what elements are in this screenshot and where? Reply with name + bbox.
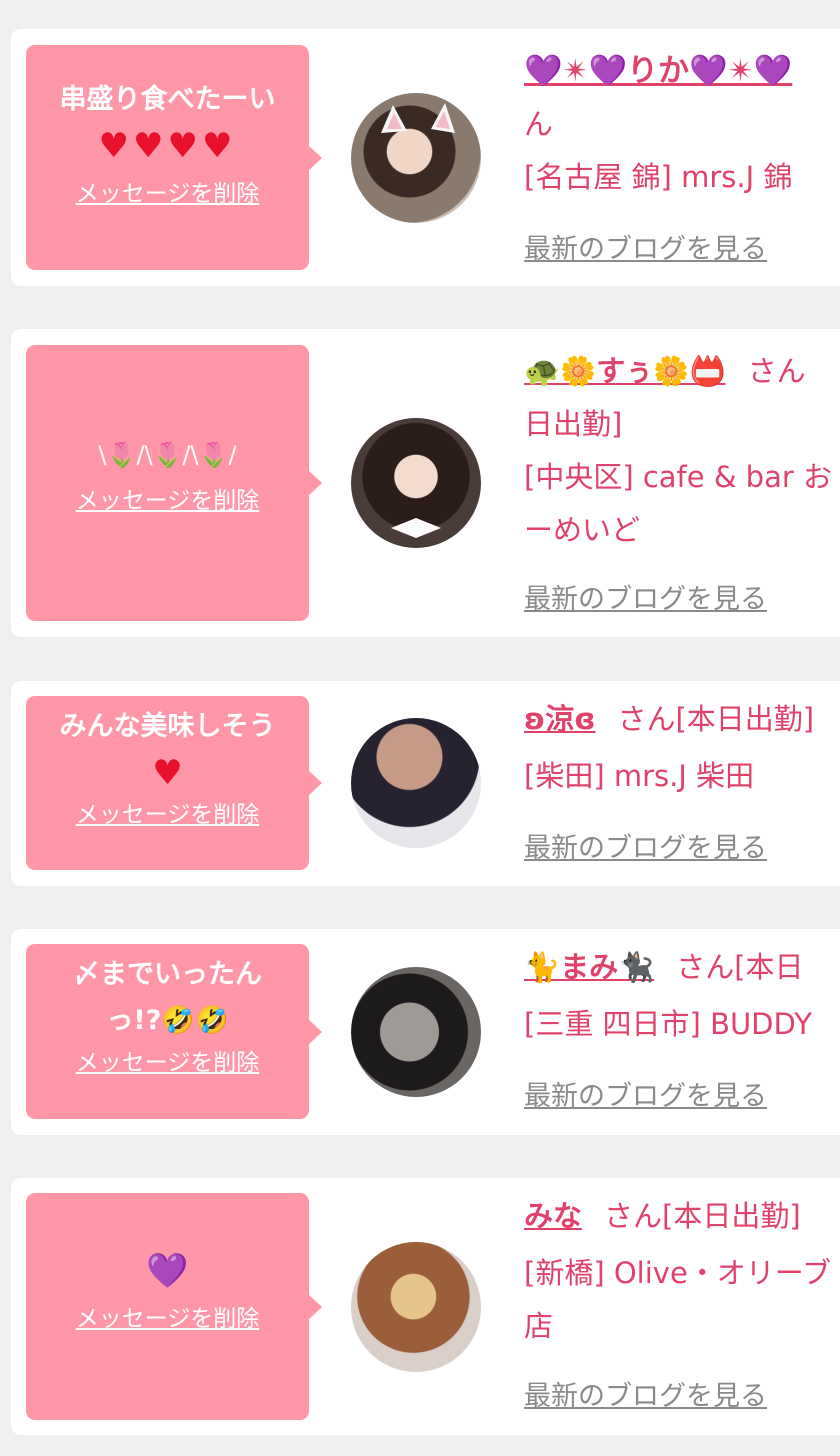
shop-name: [三重 四日市] BUDDY	[524, 1007, 812, 1041]
cast-status: さん[本日出勤]	[617, 702, 815, 736]
message-card: みんな美味しそう ♥ メッセージを削除 ʚ涼ɞ さん[本日出勤] [柴田] mrs…	[11, 681, 840, 886]
cast-info: 🐈まみ🐈‍⬛ さん[本日 [三重 四日市] BUDDY	[524, 941, 840, 1051]
avatar[interactable]	[351, 418, 481, 548]
avatar[interactable]	[351, 967, 481, 1097]
message-bubble: 串盛り食べたーい ♥♥♥♥ メッセージを削除	[26, 45, 322, 270]
message-card: 💜 メッセージを削除 みな さん[本日出勤] [新橋] Olive・オリーブ 店 …	[11, 1178, 840, 1435]
shop-name-cont: ーめいど	[524, 513, 641, 547]
cast-name-link[interactable]: 🐈まみ🐈‍⬛	[524, 950, 654, 984]
shop-name: [新橋] Olive・オリーブ	[524, 1256, 832, 1290]
latest-blog-link[interactable]: 最新のブログを見る	[524, 577, 767, 616]
latest-blog-link[interactable]: 最新のブログを見る	[524, 826, 767, 865]
delete-message-link[interactable]: メッセージを削除	[76, 484, 260, 518]
delete-message-link[interactable]: メッセージを削除	[76, 1302, 260, 1336]
message-card: 〆までいったん っ!?🤣🤣 メッセージを削除 🐈まみ🐈‍⬛ さん[本日 [三重 四…	[11, 929, 840, 1135]
cast-status: さん[本日出勤]	[604, 1199, 801, 1233]
shop-name: [中央区] cafe & bar お	[524, 460, 832, 494]
cast-status: さん[本日	[676, 950, 804, 984]
cast-name-link[interactable]: 🐢🌼すぅ🌼📛	[524, 354, 726, 388]
message-bubble: みんな美味しそう ♥ メッセージを削除	[26, 696, 322, 870]
cast-info: 🐢🌼すぅ🌼📛 さん 日出勤] [中央区] cafe & bar お ーめいど	[524, 345, 840, 557]
message-card: \🌷/\🌷/\🌷/ メッセージを削除 🐢🌼すぅ🌼📛 さん 日出勤] [中央区] c…	[11, 329, 840, 637]
latest-blog-link[interactable]: 最新のブログを見る	[524, 227, 767, 266]
message-text-cont: っ!?🤣🤣	[106, 1005, 229, 1036]
latest-blog-link[interactable]: 最新のブログを見る	[524, 1074, 767, 1113]
cast-info: みな さん[本日出勤] [新橋] Olive・オリーブ 店	[524, 1190, 840, 1353]
shop-name: [名古屋 錦] mrs.J 錦	[524, 160, 793, 194]
latest-blog-link[interactable]: 最新のブログを見る	[524, 1374, 767, 1413]
cast-status: 日出勤]	[524, 407, 623, 441]
avatar[interactable]	[351, 93, 481, 223]
cast-info: 💜✴💜りか💜✴💜 ん [名古屋 錦] mrs.J 錦	[524, 45, 840, 204]
cast-status: さん	[747, 354, 806, 388]
message-text: 串盛り食べたーい	[59, 84, 276, 115]
delete-message-link[interactable]: メッセージを削除	[76, 177, 260, 211]
heart-icon: ♥	[152, 753, 183, 793]
ribbon-icon	[391, 518, 441, 538]
message-card: 串盛り食べたーい ♥♥♥♥ メッセージを削除 💜✴💜りか💜✴💜 ん [名古屋 錦…	[11, 29, 840, 286]
delete-message-link[interactable]: メッセージを削除	[76, 1046, 260, 1080]
cast-name-link[interactable]: みな	[524, 1199, 582, 1233]
heart-icon: ♥♥♥♥	[98, 126, 237, 166]
message-text: みんな美味しそう	[59, 711, 276, 742]
shop-name-cont: 店	[524, 1309, 554, 1343]
message-bubble: 💜 メッセージを削除	[26, 1193, 322, 1420]
cast-status: ん	[524, 107, 554, 141]
message-bubble: \🌷/\🌷/\🌷/ メッセージを削除	[26, 345, 322, 621]
purple-heart-icon: 💜	[146, 1251, 189, 1291]
delete-message-link[interactable]: メッセージを削除	[76, 798, 260, 832]
message-bubble: 〆までいったん っ!?🤣🤣 メッセージを削除	[26, 944, 322, 1119]
cat-ears-icon	[381, 103, 455, 133]
cast-info: ʚ涼ɞ さん[本日出勤] [柴田] mrs.J 柴田	[524, 693, 840, 803]
cast-name-link[interactable]: 💜✴💜りか💜✴💜	[524, 53, 792, 89]
cast-name-link[interactable]: ʚ涼ɞ	[524, 702, 595, 736]
avatar[interactable]	[351, 1242, 481, 1372]
message-text: 〆までいったん	[73, 959, 262, 990]
avatar[interactable]	[351, 718, 481, 848]
shop-name: [柴田] mrs.J 柴田	[524, 759, 755, 793]
tulip-icon: \🌷/\🌷/\🌷/	[98, 441, 237, 469]
